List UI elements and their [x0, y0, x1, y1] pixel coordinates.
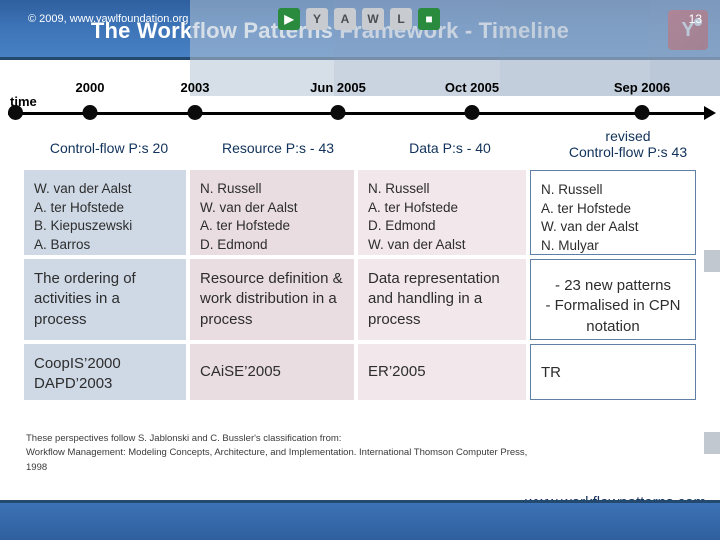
publication-cell-revised-control-flow: TR [530, 344, 696, 400]
timeline-date-2000: 2000 [75, 80, 105, 95]
y-icon[interactable]: Y [306, 8, 328, 30]
timeline-date-2003: 2003 [180, 80, 210, 95]
column-caption-control-flow: Control-flow P:s 20 [49, 140, 169, 156]
description-cell-resource: Resource definition & work distribution … [190, 259, 354, 340]
authors-cell-revised-control-flow: N. Russell A. ter Hofstede W. van der Aa… [530, 170, 696, 255]
column-caption-data: Data P:s - 40 [409, 140, 491, 156]
publication-cell-data: ER’2005 [358, 344, 526, 400]
edge-tab-lower [704, 432, 720, 454]
page-number: 13 [688, 12, 702, 26]
stop-icon[interactable]: ■ [418, 8, 440, 30]
authors-cell-resource: N. Russell W. van der Aalst A. ter Hofst… [190, 170, 354, 255]
play-icon[interactable]: ▶ [278, 8, 300, 30]
publication-cell-resource: CAiSE’2005 [190, 344, 354, 400]
edge-tab-upper [704, 250, 720, 272]
publication-cell-control-flow: CoopIS’2000 DAPD’2003 [24, 344, 186, 400]
timeline-dot-sep-2006 [634, 105, 650, 120]
copyright-text: © 2009, www.yawlfoundation.org [28, 13, 189, 25]
timeline-date-jun-2005: Jun 2005 [310, 80, 366, 95]
a-icon[interactable]: A [334, 8, 356, 30]
footer-band [0, 500, 720, 540]
description-cell-revised-control-flow: - 23 new patterns - Formalised in CPN no… [530, 259, 696, 340]
timeline-date-sep-2006: Sep 2006 [613, 80, 671, 95]
timeline-arrow-icon [704, 106, 716, 120]
column-caption-resource: Resource P:s - 43 [221, 140, 335, 156]
authors-cell-control-flow: W. van der Aalst A. ter Hofstede B. Kiep… [24, 170, 186, 255]
footer-icon-group: ▶ Y A W L ■ [278, 8, 440, 30]
description-cell-control-flow: The ordering of activities in a process [24, 259, 186, 340]
w-icon[interactable]: W [362, 8, 384, 30]
timeline-dot-2003 [187, 105, 203, 120]
timeline-date-oct-2005: Oct 2005 [444, 80, 500, 95]
timeline-axis-line [8, 112, 708, 115]
timeline-dot-2000 [82, 105, 98, 120]
authors-cell-data: N. Russell A. ter Hofstede D. Edmond W. … [358, 170, 526, 255]
slide: The Workflow Patterns Framework - Timeli… [0, 0, 720, 540]
timeline-dot-oct-2005 [464, 105, 480, 120]
l-icon[interactable]: L [390, 8, 412, 30]
timeline-start-dot-icon [8, 105, 23, 120]
column-caption-revised-control-flow: revised Control-flow P:s 43 [568, 128, 688, 161]
timeline-dot-jun-2005 [330, 105, 346, 120]
description-cell-data: Data representation and handling in a pr… [358, 259, 526, 340]
source-note: These perspectives follow S. Jablonski a… [26, 433, 528, 473]
